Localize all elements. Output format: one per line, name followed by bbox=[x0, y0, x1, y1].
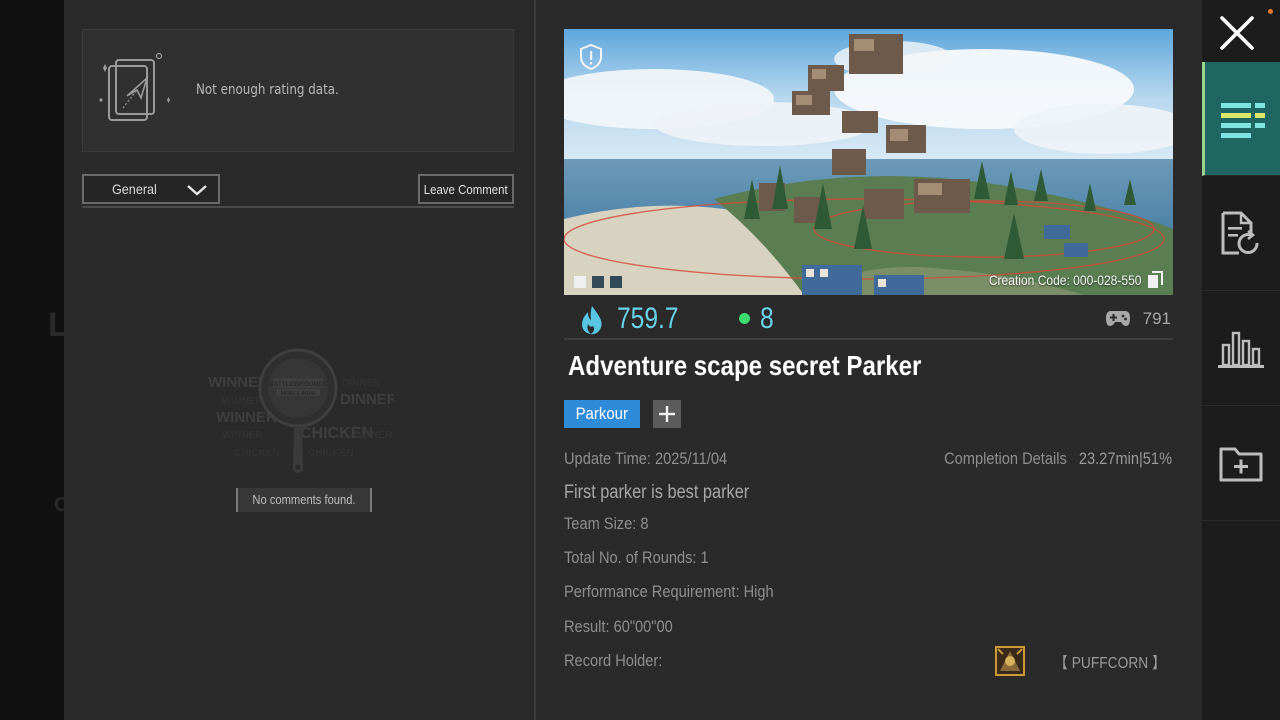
plus-icon bbox=[659, 406, 675, 422]
team-size: Team Size: 8 bbox=[564, 514, 649, 533]
heat-value: 759.7 bbox=[617, 302, 679, 335]
update-time: Update Time: 2025/11/04 bbox=[564, 449, 728, 468]
record-holder[interactable]: 【 PUFFCORN 】 bbox=[994, 645, 1166, 677]
background-left: L C bbox=[0, 0, 69, 720]
no-comments-text: No comments found. bbox=[252, 492, 356, 507]
carousel-dot[interactable] bbox=[610, 276, 622, 288]
frying-pan-icon: WINNER WINNER DINNER CHICKEN WINNER DINN… bbox=[208, 348, 394, 473]
leave-comment-label: Leave Comment bbox=[424, 181, 508, 197]
comments-divider bbox=[82, 206, 514, 208]
folder-add-icon bbox=[1219, 447, 1263, 481]
art-brand-line2: MOBILE INDIA bbox=[281, 391, 316, 397]
rating-box: Not enough rating data. bbox=[82, 29, 514, 152]
art-word-chicken-faint: CHICKEN bbox=[234, 448, 280, 459]
art-word-winner-faint: WINNER bbox=[222, 396, 263, 407]
chevron-down-icon bbox=[187, 185, 207, 196]
right-sidebar bbox=[1202, 0, 1280, 720]
art-word-dinner-faint: DINNER bbox=[342, 378, 381, 389]
map-title: Adventure scape secret Parker bbox=[568, 350, 922, 381]
sidebar-stats-tab[interactable] bbox=[1202, 292, 1280, 406]
dropdown-selected-label: General bbox=[112, 181, 157, 197]
flame-icon bbox=[582, 306, 602, 335]
carousel-dot-active[interactable] bbox=[574, 276, 586, 288]
record-holder-name: 【 PUFFCORN 】 bbox=[1054, 655, 1166, 672]
total-rounds: Total No. of Rounds: 1 bbox=[564, 548, 709, 567]
close-icon[interactable] bbox=[1216, 12, 1258, 54]
tag-label: Parkour bbox=[575, 404, 628, 423]
map-preview-image[interactable]: Creation Code: 000-028-550 bbox=[564, 29, 1173, 295]
art-word-dinner-faint: DINNER bbox=[354, 430, 393, 441]
rating-text: Not enough rating data. bbox=[196, 82, 339, 98]
creation-code: Creation Code: 000-028-550 bbox=[964, 271, 1163, 289]
art-word-dinner: DINNER bbox=[340, 391, 394, 408]
online-players-count: 8 bbox=[760, 302, 774, 335]
rating-doc-icon bbox=[99, 52, 170, 121]
leave-comment-button[interactable]: Leave Comment bbox=[418, 174, 514, 204]
completion-value: 23.27min|51% bbox=[1078, 449, 1172, 468]
shield-alert-icon[interactable] bbox=[578, 43, 604, 71]
no-comments-label: No comments found. bbox=[236, 488, 372, 512]
notification-dot bbox=[1268, 9, 1273, 14]
result: Result: 60"00"00 bbox=[564, 617, 673, 636]
map-stats-bar: 759.7 8 791 bbox=[564, 300, 1173, 340]
map-details-panel: Creation Code: 000-028-550 759.7 8 791 A… bbox=[536, 0, 1202, 720]
completion-label: Completion Details bbox=[944, 449, 1067, 468]
online-status-dot bbox=[739, 313, 750, 324]
map-description: First parker is best parker bbox=[564, 482, 750, 503]
comments-panel: Not enough rating data. General Leave Co… bbox=[64, 0, 534, 720]
art-word-winner-faint: WINNER bbox=[222, 430, 263, 441]
add-tag-button[interactable] bbox=[653, 400, 681, 428]
tag-parkour[interactable]: Parkour bbox=[564, 400, 640, 428]
creation-code-text: Creation Code: 000-028-550 bbox=[988, 272, 1141, 288]
play-count: 791 bbox=[1142, 309, 1171, 328]
document-refresh-icon bbox=[1221, 211, 1259, 254]
art-word-chicken-faint: CHICKEN bbox=[308, 448, 354, 459]
comment-filter-dropdown[interactable]: General bbox=[82, 174, 220, 204]
bar-chart-icon bbox=[1218, 331, 1264, 368]
map-preview-scene bbox=[564, 29, 1173, 295]
performance-requirement: Performance Requirement: High bbox=[564, 582, 774, 601]
completion-details: Completion Details 23.27min|51% bbox=[944, 449, 1172, 469]
sidebar-favorite-tab[interactable] bbox=[1202, 407, 1280, 521]
carousel-dot[interactable] bbox=[592, 276, 604, 288]
copy-icon[interactable] bbox=[1147, 271, 1163, 289]
art-brand-line1: BATTLEGROUNDS bbox=[269, 381, 328, 388]
list-icon bbox=[1220, 102, 1265, 138]
sidebar-update-log-tab[interactable] bbox=[1202, 177, 1280, 291]
gamepad-icon bbox=[1106, 311, 1130, 326]
record-holder-label: Record Holder: bbox=[564, 651, 663, 670]
sidebar-details-tab[interactable] bbox=[1202, 62, 1280, 176]
carousel-indicator[interactable] bbox=[574, 276, 622, 288]
avatar[interactable] bbox=[994, 645, 1027, 677]
